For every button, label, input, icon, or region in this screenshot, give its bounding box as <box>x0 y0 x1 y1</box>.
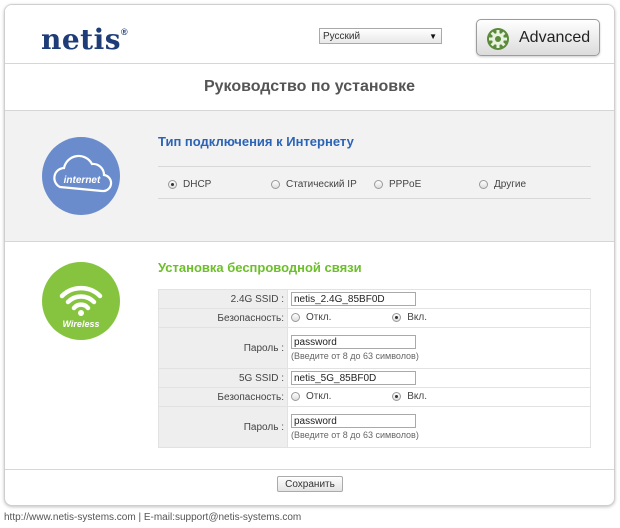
internet-icon-label: internet <box>64 175 101 186</box>
wireless-icon: Wireless <box>42 262 120 340</box>
radio-dot <box>271 180 280 189</box>
ssid24-label: 2.4G SSID : <box>158 289 288 309</box>
internet-section-title: Тип подключения к Интернету <box>158 134 354 149</box>
setup-panel: netis® Русский ▼ Advanced Руководство по… <box>4 4 615 506</box>
password24-label: Пароль : <box>158 327 288 369</box>
security24-row: Безопасность: Откл. Вкл. <box>158 308 591 328</box>
wifi-icon: Wireless <box>59 285 103 329</box>
security5-on-radio[interactable]: Вкл. <box>392 391 427 402</box>
radio-other[interactable]: Другие <box>479 179 526 190</box>
radio-dot <box>291 313 300 323</box>
password24-hint: (Введите от 8 до 63 символов) <box>291 351 419 361</box>
language-select[interactable]: Русский ▼ <box>319 28 442 44</box>
ssid5-input[interactable]: netis_5G_85BF0D <box>291 371 416 385</box>
security5-row: Безопасность: Откл. Вкл. <box>158 387 591 407</box>
page-title: Руководство по установке <box>203 78 416 95</box>
radio-dhcp[interactable]: DHCP <box>168 179 211 190</box>
password5-label: Пароль : <box>158 406 288 448</box>
security5-label: Безопасность: <box>158 387 288 407</box>
cloud-icon: internet <box>53 154 113 193</box>
wireless-section: Wireless Установка беспроводной связи 2.… <box>5 242 614 470</box>
radio-dot <box>479 180 488 189</box>
ssid24-row: 2.4G SSID : netis_2.4G_85BF0D <box>158 289 591 309</box>
password24-row: Пароль : password (Введите от 8 до 63 си… <box>158 327 591 369</box>
radio-dot <box>392 392 402 402</box>
header: netis® Русский ▼ Advanced <box>5 5 614 64</box>
ssid24-input[interactable]: netis_2.4G_85BF0D <box>291 292 416 306</box>
advanced-label: Advanced <box>519 29 591 46</box>
internet-section: internet Тип подключения к Интернету DHC… <box>5 111 614 242</box>
password5-input[interactable]: password <box>291 414 416 428</box>
save-button[interactable]: Сохранить <box>277 476 343 492</box>
netis-logo: netis® <box>41 23 129 56</box>
radio-pppoe[interactable]: PPPoE <box>374 179 421 190</box>
wireless-form: 2.4G SSID : netis_2.4G_85BF0D Безопаснос… <box>158 289 591 448</box>
wireless-icon-label: Wireless <box>63 319 100 329</box>
title-bar: Руководство по установке <box>5 64 614 111</box>
password5-hint: (Введите от 8 до 63 символов) <box>291 430 419 440</box>
security24-label: Безопасность: <box>158 308 288 328</box>
radio-dot <box>291 392 300 402</box>
language-selected: Русский <box>323 31 361 42</box>
radio-dot <box>392 313 402 323</box>
password5-row: Пароль : password (Введите от 8 до 63 си… <box>158 406 591 448</box>
ssid5-row: 5G SSID : netis_5G_85BF0D <box>158 368 591 388</box>
wireless-section-title: Установка беспроводной связи <box>158 260 362 275</box>
radio-static-ip[interactable]: Статический IP <box>271 179 357 190</box>
divider <box>158 166 591 167</box>
gear-icon <box>487 28 509 50</box>
advanced-button[interactable]: Advanced <box>476 19 600 56</box>
security24-on-radio[interactable]: Вкл. <box>392 312 427 323</box>
footer: http://www.netis-systems.com | E-mail:su… <box>4 512 302 523</box>
ssid5-label: 5G SSID : <box>158 368 288 388</box>
dropdown-arrow-icon: ▼ <box>429 32 437 41</box>
password24-input[interactable]: password <box>291 335 416 349</box>
security24-off-radio[interactable]: Откл. <box>291 312 331 323</box>
internet-icon: internet <box>42 137 120 215</box>
divider <box>158 198 591 199</box>
radio-dot <box>374 180 383 189</box>
radio-dot <box>168 180 177 189</box>
security5-off-radio[interactable]: Откл. <box>291 391 331 402</box>
